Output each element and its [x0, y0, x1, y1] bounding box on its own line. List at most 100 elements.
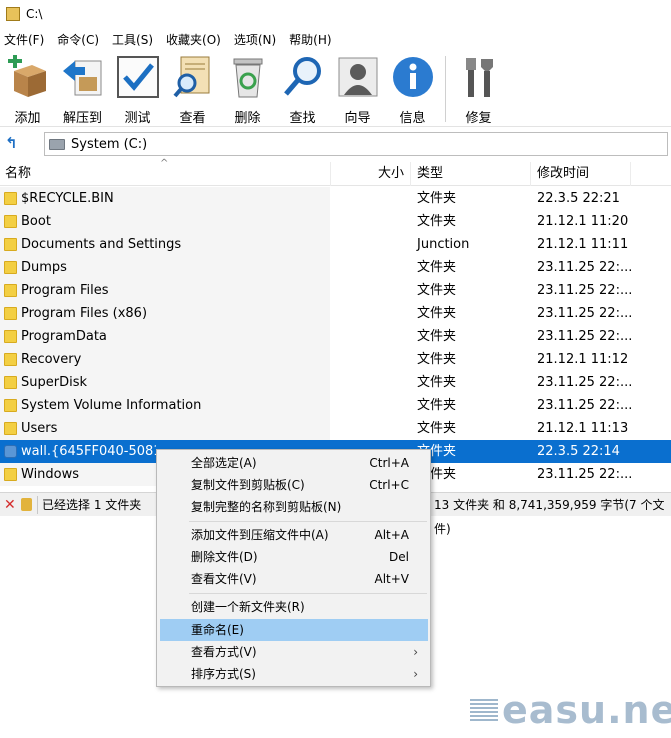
menu-options[interactable]: 选项(N): [230, 31, 280, 48]
file-row[interactable]: ProgramData 文件夹 23.11.25 22:...: [0, 325, 671, 348]
address-field[interactable]: System (C:): [44, 132, 668, 156]
file-name: Boot: [21, 214, 51, 229]
column-divider[interactable]: [530, 162, 531, 186]
magnifier-icon: [281, 55, 325, 99]
menu-separator: [189, 593, 427, 594]
status-selection: 已经选择 1 文件夹: [42, 498, 142, 512]
lock-icon: [21, 498, 32, 511]
find-button[interactable]: 查找: [275, 50, 330, 126]
file-type: 文件夹: [417, 214, 457, 229]
sort-ascending-icon: ^: [160, 158, 169, 169]
menu-item-shortcut: Alt+V: [374, 572, 409, 586]
file-type: 文件夹: [417, 260, 457, 275]
add-button[interactable]: 添加: [0, 50, 55, 126]
repair-button[interactable]: 修复: [451, 50, 506, 126]
file-name: Program Files: [21, 283, 109, 298]
menu-item-label: 复制文件到剪贴板(C): [191, 478, 305, 492]
up-folder-icon[interactable]: ↰: [5, 134, 21, 152]
menu-item-label: 排序方式(S): [191, 667, 256, 681]
menu-view-file[interactable]: 查看文件(V) Alt+V: [160, 568, 428, 590]
menu-item-shortcut: Ctrl+C: [369, 478, 409, 492]
menu-add-to-archive[interactable]: 添加文件到压缩文件中(A) Alt+A: [160, 524, 428, 546]
status-divider: [37, 496, 38, 514]
file-modified: 21.12.1 11:12: [537, 352, 629, 367]
column-divider[interactable]: [630, 162, 631, 186]
menu-file[interactable]: 文件(F): [0, 31, 48, 48]
menu-view-mode[interactable]: 查看方式(V) ›: [160, 641, 428, 663]
file-name: ProgramData: [21, 329, 107, 344]
submenu-arrow-icon: ›: [413, 667, 418, 681]
menu-sort-mode[interactable]: 排序方式(S) ›: [160, 663, 428, 685]
file-row[interactable]: SuperDisk 文件夹 23.11.25 22:...: [0, 371, 671, 394]
column-divider[interactable]: [330, 162, 331, 186]
app-archive-icon: [6, 7, 20, 21]
file-name: Recovery: [21, 352, 82, 367]
file-row[interactable]: Documents and Settings Junction 21.12.1 …: [0, 233, 671, 256]
file-row[interactable]: Program Files (x86) 文件夹 23.11.25 22:...: [0, 302, 671, 325]
file-row[interactable]: Recovery 文件夹 21.12.1 11:12: [0, 348, 671, 371]
file-type: 文件夹: [417, 191, 457, 206]
address-path: System (C:): [71, 136, 148, 152]
find-label: 查找: [289, 111, 316, 126]
column-size[interactable]: 大小: [378, 162, 404, 186]
menu-copy-files[interactable]: 复制文件到剪贴板(C) Ctrl+C: [160, 474, 428, 496]
file-type: 文件夹: [417, 306, 457, 321]
recycle-folder-icon: [4, 445, 17, 458]
column-modified[interactable]: 修改时间: [537, 162, 589, 186]
extract-icon: [61, 55, 105, 99]
folder-icon: [4, 422, 17, 435]
menu-commands[interactable]: 命令(C): [53, 31, 103, 48]
menu-tools[interactable]: 工具(S): [108, 31, 157, 48]
file-row[interactable]: $RECYCLE.BIN 文件夹 22.3.5 22:21: [0, 187, 671, 210]
folder-icon: [4, 307, 17, 320]
folder-icon: [4, 468, 17, 481]
drive-icon: [49, 138, 65, 150]
file-name: System Volume Information: [21, 398, 202, 413]
extract-button[interactable]: 解压到: [55, 50, 110, 126]
file-list-header: ^ 名称 大小 类型 修改时间: [0, 158, 671, 186]
column-divider[interactable]: [410, 162, 411, 186]
repair-tools-icon: [457, 55, 501, 99]
menu-item-label: 全部选定(A): [191, 456, 257, 470]
file-row[interactable]: System Volume Information 文件夹 23.11.25 2…: [0, 394, 671, 417]
menu-item-label: 添加文件到压缩文件中(A): [191, 528, 329, 542]
menu-item-label: 重命名(E): [191, 623, 244, 637]
file-modified: 21.12.1 11:20: [537, 214, 629, 229]
file-type: 文件夹: [417, 421, 457, 436]
info-button[interactable]: 信息: [385, 50, 440, 126]
menu-separator: [189, 521, 427, 522]
test-check-icon: [116, 55, 160, 99]
file-row[interactable]: Dumps 文件夹 23.11.25 22:...: [0, 256, 671, 279]
file-name: SuperDisk: [21, 375, 88, 390]
column-name[interactable]: 名称: [5, 162, 31, 186]
menu-select-all[interactable]: 全部选定(A) Ctrl+A: [160, 452, 428, 474]
test-button[interactable]: 测试: [110, 50, 165, 126]
menu-item-label: 删除文件(D): [191, 550, 258, 564]
folder-icon: [4, 353, 17, 366]
wizard-button[interactable]: 向导: [330, 50, 385, 126]
menu-item-label: 创建一个新文件夹(R): [191, 600, 305, 614]
menu-new-folder[interactable]: 创建一个新文件夹(R): [160, 596, 428, 618]
file-row[interactable]: Program Files 文件夹 23.11.25 22:...: [0, 279, 671, 302]
column-type[interactable]: 类型: [417, 162, 443, 186]
folder-icon: [4, 238, 17, 251]
menu-copy-full-name[interactable]: 复制完整的名称到剪贴板(N): [160, 496, 428, 518]
menu-favorites[interactable]: 收藏夹(O): [162, 31, 225, 48]
file-row[interactable]: Boot 文件夹 21.12.1 11:20: [0, 210, 671, 233]
menu-item-shortcut: Alt+A: [374, 528, 409, 542]
close-icon: ✕: [4, 497, 16, 513]
delete-button[interactable]: 删除: [220, 50, 275, 126]
view-button[interactable]: 查看: [165, 50, 220, 126]
file-list: $RECYCLE.BIN 文件夹 22.3.5 22:21 Boot 文件夹 2…: [0, 187, 671, 488]
menu-help[interactable]: 帮助(H): [285, 31, 335, 48]
file-name: Program Files (x86): [21, 306, 148, 321]
file-name: Documents and Settings: [21, 237, 182, 252]
menu-delete-files[interactable]: 删除文件(D) Del: [160, 546, 428, 568]
folder-icon: [4, 215, 17, 228]
file-name: $RECYCLE.BIN: [21, 191, 114, 206]
toolbar: 添加 解压到 测试 查看 删除 查找 向导 信息 修复: [0, 50, 671, 126]
add-archive-icon: [6, 55, 50, 99]
menu-rename[interactable]: 重命名(E): [160, 619, 428, 641]
file-row[interactable]: Users 文件夹 21.12.1 11:13: [0, 417, 671, 440]
file-name: wall.{645FF040-5081-: [21, 444, 156, 459]
